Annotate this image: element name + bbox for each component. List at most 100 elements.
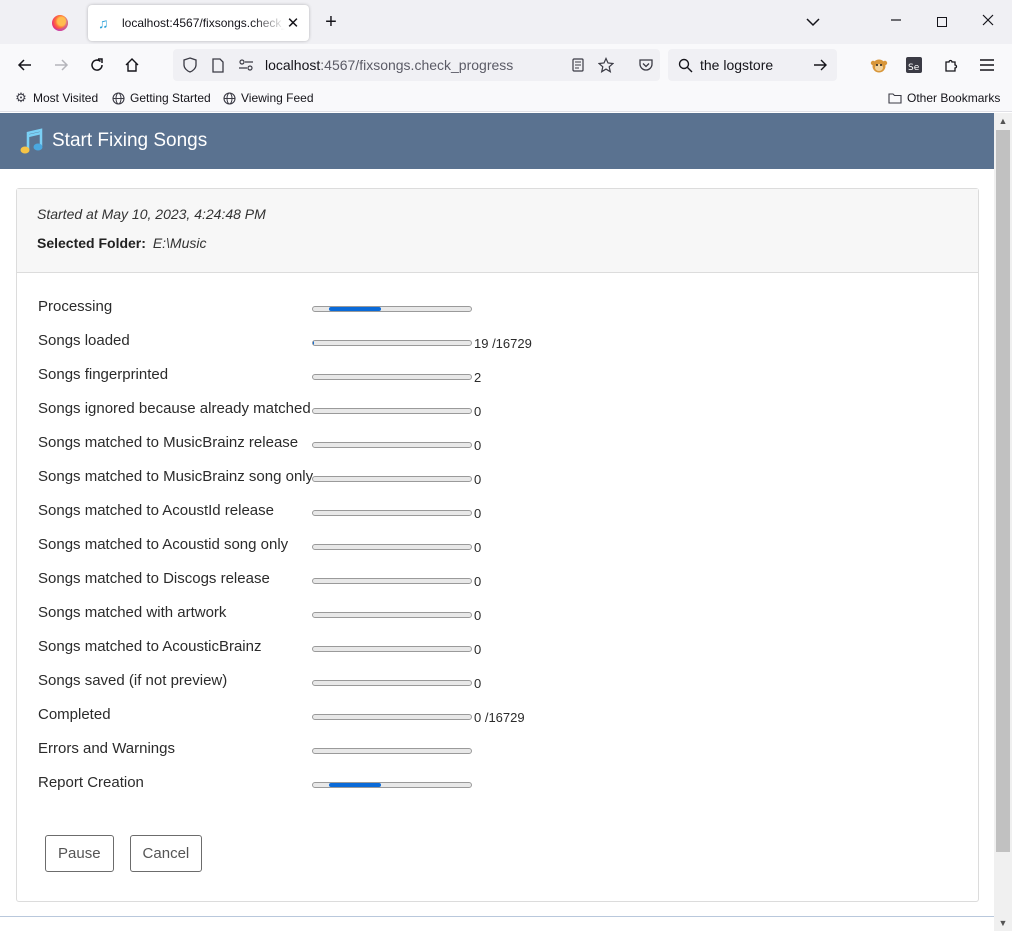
progress-bar [312, 612, 472, 618]
progress-bar [312, 374, 472, 380]
page-title: Start Fixing Songs [52, 130, 208, 151]
progress-label: Report Creation [38, 774, 144, 791]
maximize-button[interactable] [919, 7, 965, 37]
puzzle-icon [945, 59, 958, 72]
progress-bar [312, 476, 472, 482]
minimize-button[interactable] [873, 7, 919, 37]
list-tabs-button[interactable] [800, 10, 826, 34]
bookmark-star-icon[interactable] [597, 56, 615, 74]
progress-row: Songs matched with artwork 0 [38, 604, 638, 638]
progress-value: 0 /16729 [474, 710, 525, 725]
minimize-icon [891, 19, 901, 21]
globe-icon [111, 91, 125, 105]
svg-text:Se: Se [908, 63, 920, 73]
tab-bar: ♫ localhost:4567/fixsongs.check_progress… [0, 0, 1012, 44]
progress-bar [312, 408, 472, 414]
search-icon [676, 56, 694, 74]
progress-label: Songs matched to AcousticBrainz [38, 638, 262, 655]
progress-row: Processing [38, 298, 638, 332]
vertical-scrollbar[interactable]: ▲ ▼ [994, 113, 1012, 931]
new-tab-button[interactable]: + [318, 10, 344, 36]
firefox-tab[interactable] [40, 8, 80, 38]
pause-button[interactable]: Pause [45, 835, 114, 872]
address-bar[interactable]: localhost:4567/fixsongs.check_progress [173, 49, 660, 81]
progress-bar [312, 680, 472, 686]
folder-icon [888, 91, 902, 105]
progress-list: Processing Songs loaded 19 /16729 Songs fin… [38, 298, 638, 808]
progress-label: Completed [38, 706, 111, 723]
progress-bar [312, 340, 472, 346]
close-icon [982, 14, 994, 26]
firefox-icon [52, 15, 68, 31]
close-window-button[interactable] [965, 7, 1011, 37]
progress-value: 0 [474, 438, 482, 453]
bookmark-most-visited[interactable]: ⚙ Most Visited [14, 90, 98, 105]
progress-value: 0 [474, 404, 482, 419]
footer-divider [0, 916, 994, 917]
forward-button[interactable] [48, 52, 74, 78]
scroll-down-icon[interactable]: ▼ [994, 915, 1012, 931]
scroll-up-icon[interactable]: ▲ [994, 113, 1012, 129]
progress-value: 0 [474, 676, 482, 691]
selected-folder-label: Selected Folder: [37, 235, 146, 251]
progress-row: Songs saved (if not preview) 0 [38, 672, 638, 706]
home-icon [125, 58, 139, 72]
active-tab[interactable]: ♫ localhost:4567/fixsongs.check_progress… [88, 5, 309, 41]
progress-value: 0 [474, 540, 482, 555]
scrollbar-thumb[interactable] [996, 130, 1010, 852]
started-at-text: Started at May 10, 2023, 4:24:48 PM [37, 206, 266, 222]
globe-icon [222, 91, 236, 105]
chevron-down-icon [806, 18, 820, 27]
hamburger-icon [980, 59, 994, 71]
bookmark-getting-started[interactable]: Getting Started [111, 91, 211, 105]
progress-value: 19 /16729 [474, 336, 532, 351]
shield-icon[interactable] [181, 56, 199, 74]
progress-value: 0 [474, 506, 482, 521]
progress-label: Songs fingerprinted [38, 366, 169, 383]
cancel-button[interactable]: Cancel [129, 835, 203, 872]
selenium-extension-button[interactable]: Se [901, 52, 927, 78]
close-tab-icon[interactable]: ✕ [285, 14, 301, 32]
progress-value: 0 [474, 642, 482, 657]
url-text: localhost:4567/fixsongs.check_progress [265, 57, 514, 73]
menu-button[interactable] [974, 52, 1000, 78]
progress-label: Songs ignored because already matched [38, 400, 311, 417]
page-icon[interactable] [209, 56, 227, 74]
progress-value: 0 [474, 608, 482, 623]
search-go-icon[interactable] [811, 56, 829, 74]
reload-button[interactable] [84, 52, 110, 78]
reader-view-icon[interactable] [569, 56, 587, 74]
bookmarks-toolbar: ⚙ Most Visited Getting Started Viewing F… [0, 86, 1012, 112]
progress-label: Songs matched to MusicBrainz song only [38, 468, 314, 485]
progress-bar-fill [328, 783, 381, 787]
search-box[interactable]: the logstore [668, 49, 837, 81]
progress-row: Songs matched to AcoustId release 0 [38, 502, 638, 536]
progress-card: Started at May 10, 2023, 4:24:48 PM Sele… [16, 188, 979, 902]
maximize-icon [937, 16, 947, 27]
selenium-icon: Se [906, 57, 922, 73]
progress-label: Songs matched to AcoustId release [38, 502, 274, 519]
bookmark-viewing-feed[interactable]: Viewing Feed [222, 91, 314, 105]
extensions-button[interactable] [938, 52, 964, 78]
progress-bar [312, 544, 472, 550]
other-bookmarks[interactable]: Other Bookmarks [888, 91, 1000, 105]
back-button[interactable] [12, 52, 38, 78]
pocket-button[interactable] [633, 52, 659, 78]
progress-bar [312, 782, 472, 788]
progress-label: Songs matched to MusicBrainz release [38, 434, 299, 451]
progress-row: Songs matched to Discogs release 0 [38, 570, 638, 604]
progress-row: Songs matched to AcousticBrainz 0 [38, 638, 638, 672]
progress-row: Errors and Warnings [38, 740, 638, 774]
progress-row: Songs matched to MusicBrainz release 0 [38, 434, 638, 468]
selected-folder: Selected Folder: E:\Music [37, 232, 958, 254]
search-query: the logstore [700, 57, 774, 73]
pocket-icon [639, 59, 653, 71]
progress-bar [312, 306, 472, 312]
permissions-icon[interactable] [237, 56, 255, 74]
progress-label: Songs matched to Acoustid song only [38, 536, 289, 553]
home-button[interactable] [119, 52, 145, 78]
progress-row: Songs loaded 19 /16729 [38, 332, 638, 366]
progress-label: Songs matched to Discogs release [38, 570, 270, 587]
progress-bar [312, 646, 472, 652]
extension-monkey-button[interactable] [866, 52, 892, 78]
